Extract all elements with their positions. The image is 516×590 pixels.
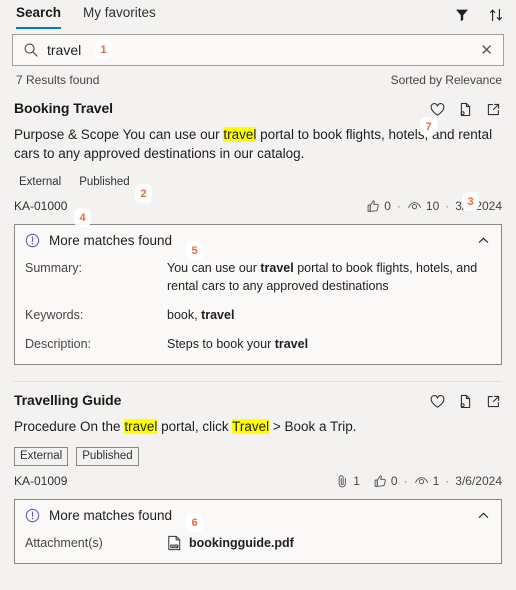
tag-external: External <box>14 447 69 466</box>
search-area: travel ✕ <box>0 30 516 66</box>
match-bold: travel <box>201 308 235 322</box>
tab-bar: Search My favorites <box>0 0 516 30</box>
favorite-icon[interactable] <box>429 393 446 410</box>
result-date: 3/6/2024 <box>455 474 502 488</box>
result-meta: KA-01009 1 0 · 1 · 3/6/2024 <box>14 474 502 488</box>
snippet-text: Procedure On the <box>14 419 125 434</box>
meta-separator: · <box>396 199 401 213</box>
snippet-highlight: travel <box>124 419 158 434</box>
match-bold: travel <box>274 337 309 351</box>
views-count: 1 <box>432 474 440 488</box>
result-item: Booking Travel Purpose & Scope You can u… <box>14 96 502 382</box>
views-group: 1 <box>414 474 440 488</box>
more-matches-header[interactable]: More matches found <box>25 508 491 523</box>
match-key: Description: <box>25 337 91 351</box>
match-row: Attachment(s) PDF bookingguide.pdf <box>25 534 491 552</box>
copy-link-icon[interactable] <box>457 393 474 410</box>
result-title[interactable]: Travelling Guide <box>14 392 121 408</box>
meta-separator: · <box>445 474 450 488</box>
match-value: book, travel <box>167 306 491 324</box>
search-input[interactable]: travel <box>23 35 478 65</box>
likes-count: 0 <box>384 199 391 213</box>
filter-icon[interactable] <box>454 7 470 23</box>
info-icon <box>25 508 40 523</box>
result-header: Booking Travel <box>14 100 502 118</box>
tab-list: Search My favorites <box>16 0 156 30</box>
match-row: Description: Steps to book your travel <box>25 335 491 353</box>
more-matches-label: More matches found <box>49 508 173 523</box>
article-id: KA-01009 <box>14 474 68 488</box>
sort-label[interactable]: Sorted by Relevance <box>391 73 502 87</box>
snippet-text: Purpose & Scope You can use our <box>14 127 224 142</box>
match-key: Summary: <box>25 261 82 275</box>
sort-icon[interactable] <box>488 7 504 23</box>
results-list: Booking Travel Purpose & Scope You can u… <box>0 96 516 564</box>
open-external-icon[interactable] <box>485 393 502 410</box>
snippet-highlight: Travel <box>232 419 270 434</box>
likes-group[interactable]: 0 <box>366 199 391 213</box>
search-icon <box>23 42 39 58</box>
result-stats: 0 · 10 · 3/6/2024 <box>366 199 502 213</box>
result-header: Travelling Guide <box>14 392 502 410</box>
snippet-text: portal, click <box>157 419 233 434</box>
snippet-text: > Book a Trip. <box>269 419 357 434</box>
clear-icon[interactable]: ✕ <box>478 41 495 60</box>
svg-text:PDF: PDF <box>171 545 177 549</box>
tag-external: External <box>19 176 62 188</box>
result-snippet: Procedure On the travel portal, click Tr… <box>14 417 502 436</box>
more-matches-panel: More matches found Summary: You can use … <box>14 224 502 365</box>
match-value[interactable]: PDF bookingguide.pdf <box>167 534 491 552</box>
result-meta: KA-01000 0 · 10 · 3/6/2024 <box>14 199 502 213</box>
likes-count: 0 <box>390 474 398 488</box>
result-snippet: Purpose & Scope You can use our travel p… <box>14 125 502 163</box>
attachment-group: 1 <box>336 474 360 488</box>
tab-search[interactable]: Search <box>16 0 62 30</box>
results-summary-bar: 7 Results found Sorted by Relevance <box>0 66 516 96</box>
result-date: 3/6/2024 <box>455 199 502 213</box>
result-actions <box>429 392 502 410</box>
chevron-up-icon[interactable] <box>476 508 491 523</box>
open-external-icon[interactable] <box>485 101 502 118</box>
attachment-count: 1 <box>353 474 360 488</box>
copy-link-icon[interactable] <box>457 101 474 118</box>
pdf-file-icon: PDF <box>167 535 182 551</box>
snippet-highlight: travel <box>223 127 257 142</box>
chevron-up-icon[interactable] <box>476 233 491 248</box>
match-text: You can use our <box>167 261 261 275</box>
match-value: You can use our travel portal to book fl… <box>167 259 491 295</box>
result-title[interactable]: Booking Travel <box>14 100 113 116</box>
favorite-icon[interactable] <box>429 101 446 118</box>
match-row: Summary: You can use our travel portal t… <box>25 259 491 295</box>
match-key: Attachment(s) <box>25 536 103 550</box>
more-matches-header[interactable]: More matches found <box>25 233 491 248</box>
attachment-filename: bookingguide.pdf <box>189 536 294 550</box>
results-count: 7 Results found <box>16 73 100 87</box>
tag-published: Published <box>76 447 139 466</box>
result-tags: External Published <box>14 447 502 466</box>
more-matches-panel: More matches found Attachment(s) PDF boo… <box>14 499 502 564</box>
meta-separator: · <box>403 474 408 488</box>
views-group: 10 <box>407 199 439 213</box>
likes-group[interactable]: 0 <box>373 474 398 488</box>
match-text: book, <box>167 308 202 322</box>
result-item: Travelling Guide Procedure On the travel… <box>14 382 502 564</box>
search-value[interactable]: travel <box>47 42 81 58</box>
toolbar-actions <box>454 7 504 23</box>
article-id: KA-01000 <box>14 199 68 213</box>
match-value: Steps to book your travel <box>167 335 491 353</box>
more-matches-label: More matches found <box>49 233 173 248</box>
match-bold: travel <box>260 261 294 275</box>
tab-my-favorites[interactable]: My favorites <box>83 0 156 30</box>
meta-separator: · <box>445 199 450 213</box>
match-text: Steps to book your <box>167 337 275 351</box>
info-icon <box>25 233 40 248</box>
result-stats: 1 0 · 1 · 3/6/2024 <box>336 474 502 488</box>
result-tags: External Published <box>14 174 502 191</box>
tag-published: Published <box>79 176 130 188</box>
views-count: 10 <box>425 199 440 213</box>
search-box[interactable]: travel ✕ <box>12 34 504 66</box>
match-row: Keywords: book, travel <box>25 306 491 324</box>
result-actions <box>429 100 502 118</box>
match-key: Keywords: <box>25 308 84 322</box>
